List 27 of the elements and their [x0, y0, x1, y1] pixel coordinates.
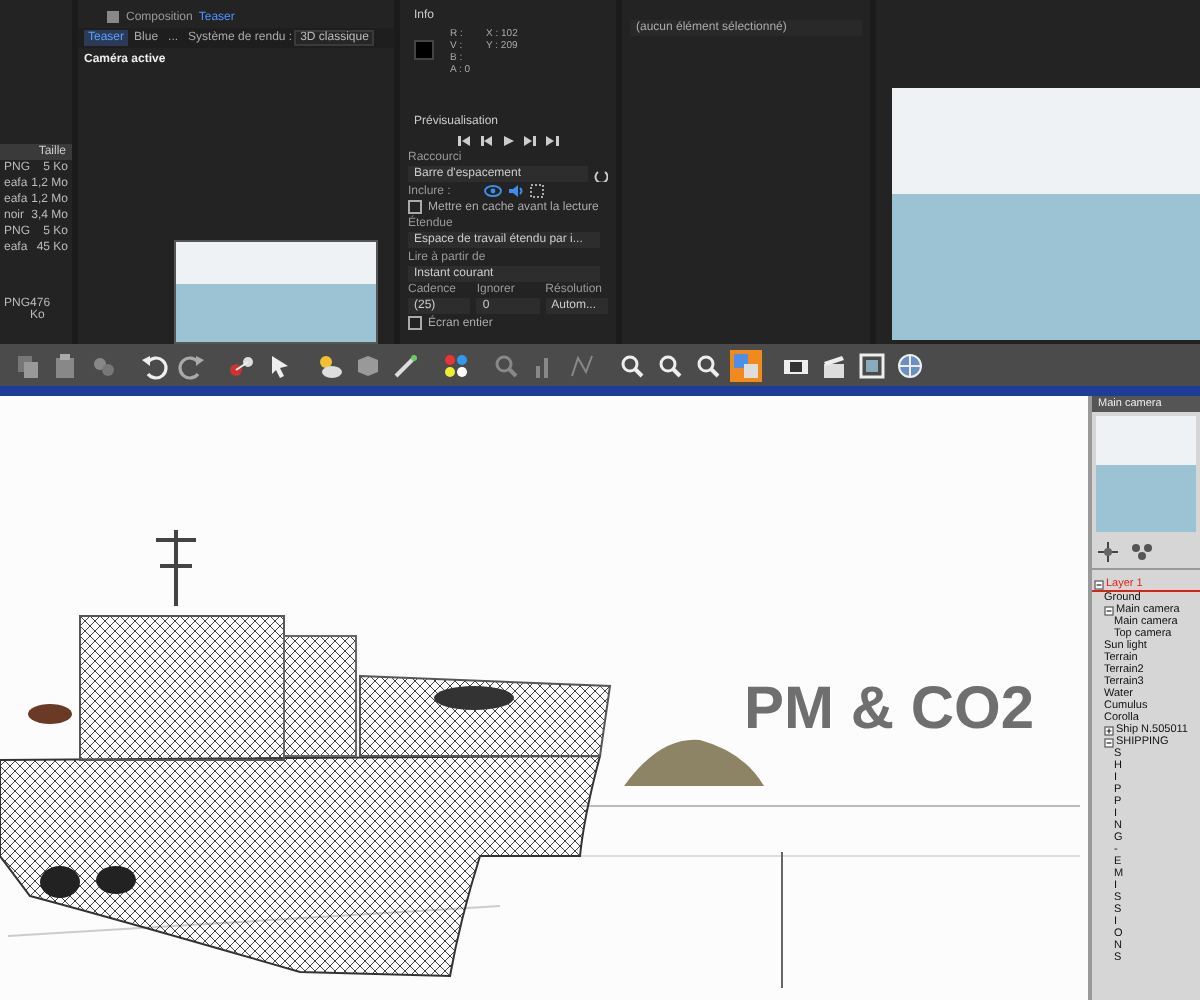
window-icon[interactable]	[856, 349, 888, 381]
checkbox[interactable]	[408, 316, 422, 330]
expand-icon[interactable]	[1104, 725, 1114, 735]
render-preview	[1096, 416, 1196, 532]
step-back-icon[interactable]	[478, 134, 494, 148]
frame-icon[interactable]	[530, 184, 545, 198]
step-forward-icon[interactable]	[522, 134, 538, 148]
move-icon[interactable]	[1098, 542, 1118, 562]
collapse-icon[interactable]	[1094, 579, 1104, 589]
island-drawing	[624, 739, 764, 786]
group-icon[interactable]	[1130, 542, 1154, 562]
play-icon[interactable]	[500, 134, 516, 148]
eye-icon[interactable]	[484, 184, 503, 198]
zoom-region-icon[interactable]	[730, 349, 762, 381]
globe-icon[interactable]	[894, 349, 926, 381]
composition-icon	[106, 10, 120, 24]
skip-forward-icon[interactable]	[544, 134, 560, 148]
color-dots-icon[interactable]	[440, 349, 472, 381]
collapse-icon[interactable]	[1104, 737, 1114, 747]
speaker-icon[interactable]	[508, 184, 525, 198]
checkbox[interactable]	[408, 200, 422, 214]
collapse-icon[interactable]	[1104, 605, 1114, 615]
wand-icon[interactable]	[390, 349, 422, 381]
reset-icon	[594, 167, 608, 181]
scene-text: PM & CO2	[744, 676, 1035, 744]
color-swatch	[414, 40, 434, 60]
skip-back-icon[interactable]	[456, 134, 472, 148]
